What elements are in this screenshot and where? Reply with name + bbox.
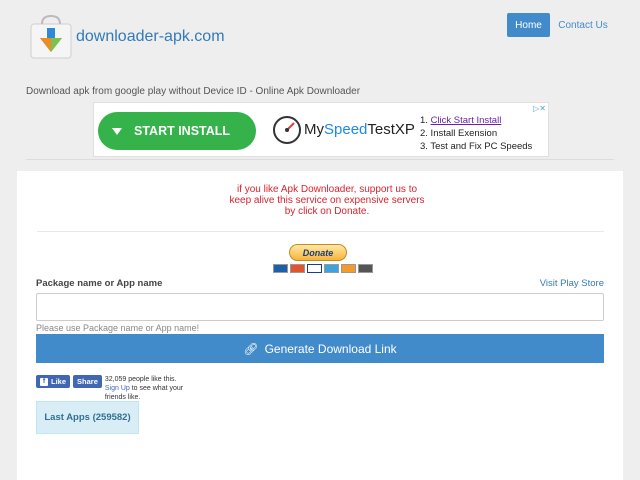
generate-button-label: Generate Download Link	[264, 341, 397, 356]
page-tagline: Download apk from google play without De…	[26, 86, 361, 97]
ad-brand-name: MySpeedTestXP	[304, 121, 415, 138]
ad-step3: 3. Test and Fix PC Speeds	[420, 141, 533, 152]
input-hint: Please use Package name or App name!	[36, 323, 200, 333]
mastercard-icon	[290, 264, 305, 273]
ad-choices-close-icon[interactable]: ▷✕	[533, 104, 546, 113]
donate-button[interactable]: Donate	[289, 244, 347, 261]
support-message: if you like Apk Downloader, support us t…	[229, 184, 425, 217]
package-name-input[interactable]	[36, 293, 604, 321]
main-card: if you like Apk Downloader, support us t…	[17, 171, 623, 480]
speedometer-icon	[273, 116, 301, 144]
header-divider	[26, 159, 614, 160]
link-icon: 🔗︎	[243, 341, 259, 356]
ad-banner[interactable]: START INSTALL MySpeedTestXP 1. Click Sta…	[93, 102, 549, 157]
facebook-share-button[interactable]: Share	[73, 375, 102, 388]
site-logo[interactable]	[28, 14, 74, 60]
visa-card-icon	[307, 264, 322, 273]
site-title[interactable]: downloader-apk.com	[76, 28, 225, 46]
maestro-card-icon	[273, 264, 288, 273]
facebook-signup-link[interactable]: Sign Up	[105, 385, 130, 392]
payment-cards	[273, 264, 373, 273]
card-divider	[37, 231, 604, 232]
generate-download-link-button[interactable]: 🔗︎ Generate Download Link	[36, 334, 604, 363]
ad-step1-link[interactable]: Click Start Install	[431, 115, 502, 126]
shopping-bag-download-icon	[30, 14, 72, 59]
facebook-like-button[interactable]: f Like	[36, 375, 71, 388]
chevron-down-icon	[112, 127, 122, 135]
ad-steps: 1. Click Start Install 2. Install Exensi…	[420, 115, 533, 152]
nav-home-button[interactable]: Home	[507, 13, 550, 37]
ad-start-install-button[interactable]: START INSTALL	[98, 112, 256, 150]
bank-card-icon	[358, 264, 373, 273]
discover-card-icon	[341, 264, 356, 273]
facebook-widget: f Like Share 32,059 people like this. Si…	[36, 375, 187, 402]
last-apps-tab[interactable]: Last Apps (259582)	[36, 401, 139, 434]
ad-button-label: START INSTALL	[134, 124, 231, 138]
visit-play-store-link[interactable]: Visit Play Store	[540, 278, 604, 289]
package-name-label: Package name or App name	[36, 278, 163, 289]
facebook-icon: f	[40, 377, 48, 386]
ad-step2: 2. Install Exension	[420, 128, 498, 139]
amex-card-icon	[324, 264, 339, 273]
nav-contact-link[interactable]: Contact Us	[556, 13, 610, 37]
facebook-like-count: 32,059 people like this. Sign Up to see …	[104, 376, 184, 401]
